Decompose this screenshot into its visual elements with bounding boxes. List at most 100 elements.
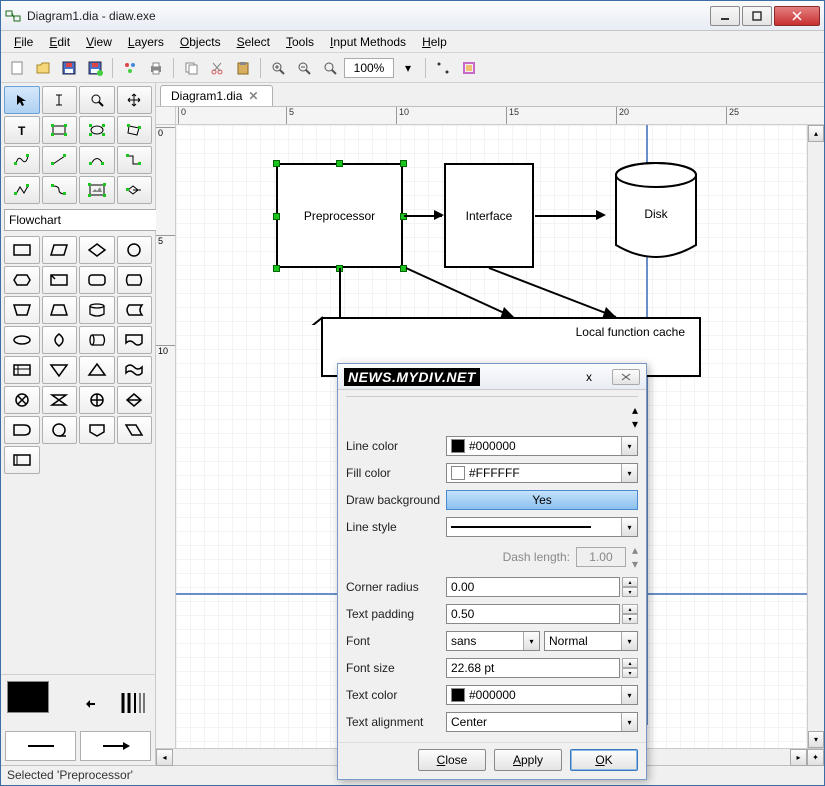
zoom-out-icon[interactable] <box>292 56 316 80</box>
shape-trapezoid[interactable] <box>42 296 78 324</box>
font-family-field[interactable]: sans▾ <box>446 631 540 651</box>
shape-or[interactable] <box>79 386 115 414</box>
swap-colors-icon[interactable] <box>84 696 98 710</box>
tool-zigzag[interactable] <box>117 146 153 174</box>
object-snap-icon[interactable] <box>457 56 481 80</box>
open-icon[interactable] <box>31 56 55 80</box>
node-interface[interactable]: Interface <box>444 163 534 268</box>
tool-ellipse[interactable] <box>79 116 115 144</box>
color-swatches[interactable] <box>5 679 151 727</box>
fill-color-field[interactable]: #FFFFFF▾ <box>446 463 638 483</box>
dialog-ok-button[interactable]: OK <box>570 749 638 771</box>
scroll-left-icon[interactable]: ◂ <box>156 749 173 766</box>
node-preprocessor[interactable]: Preprocessor <box>276 163 403 268</box>
paste-icon[interactable] <box>231 56 255 80</box>
tool-connector[interactable] <box>42 176 78 204</box>
menu-layers[interactable]: Layers <box>121 33 171 51</box>
shape-extract[interactable] <box>79 356 115 384</box>
tool-magnify[interactable] <box>79 86 115 114</box>
shape-manual-op[interactable] <box>4 296 40 324</box>
cut-icon[interactable] <box>205 56 229 80</box>
shape-seq-access[interactable] <box>42 416 78 444</box>
line-pattern[interactable] <box>119 688 149 718</box>
shape-sort[interactable] <box>117 386 153 414</box>
shape-terminator[interactable] <box>4 326 40 354</box>
text-color-field[interactable]: #000000▾ <box>446 685 638 705</box>
new-icon[interactable] <box>5 56 29 80</box>
shape-display[interactable] <box>117 266 153 294</box>
scroll-down-icon[interactable]: ▾ <box>808 731 824 748</box>
scroll-right-icon[interactable]: ▸ <box>790 749 807 766</box>
tool-arc[interactable] <box>79 146 115 174</box>
tool-bezier[interactable] <box>4 146 40 174</box>
shape-collate[interactable] <box>42 386 78 414</box>
line-style-field[interactable]: ▾ <box>446 517 638 537</box>
sheet-selector[interactable] <box>4 209 169 231</box>
dialog-close-icon[interactable] <box>612 369 640 385</box>
shape-merge[interactable] <box>42 356 78 384</box>
export-icon[interactable] <box>118 56 142 80</box>
tool-pointer[interactable] <box>4 86 40 114</box>
zoom-input[interactable] <box>344 58 394 78</box>
shape-document[interactable] <box>117 326 153 354</box>
dialog-close-button[interactable]: Close <box>418 749 486 771</box>
text-align-field[interactable]: Center▾ <box>446 712 638 732</box>
menu-select[interactable]: Select <box>230 33 277 51</box>
menu-help[interactable]: Help <box>415 33 454 51</box>
tool-image[interactable] <box>79 176 115 204</box>
line-color-field[interactable]: #000000▾ <box>446 436 638 456</box>
shape-lens[interactable] <box>42 326 78 354</box>
zoom-dropdown-icon[interactable]: ▾ <box>396 56 420 80</box>
zoom-in-icon[interactable] <box>266 56 290 80</box>
tool-polyline[interactable] <box>4 176 40 204</box>
shape-diamond[interactable] <box>79 236 115 264</box>
shape-sum[interactable] <box>4 386 40 414</box>
tool-text[interactable]: T <box>4 116 40 144</box>
tool-line[interactable] <box>42 146 78 174</box>
shape-stored-data[interactable] <box>117 296 153 324</box>
line-end-arrow[interactable] <box>80 731 151 761</box>
scroll-up-icon[interactable]: ▴ <box>808 125 824 142</box>
spinner-down-icon[interactable]: ▾ <box>632 417 638 431</box>
dialog-apply-button[interactable]: Apply <box>494 749 562 771</box>
tool-text-cursor[interactable] <box>42 86 78 114</box>
nav-corner-icon[interactable]: ✦ <box>807 749 824 766</box>
menu-input-methods[interactable]: Input Methods <box>323 33 413 51</box>
tool-move[interactable] <box>117 86 153 114</box>
line-start-none[interactable] <box>5 731 76 761</box>
shape-circle[interactable] <box>117 236 153 264</box>
tool-box[interactable] <box>42 116 78 144</box>
menu-view[interactable]: View <box>79 33 119 51</box>
shape-parallelogram[interactable] <box>42 236 78 264</box>
corner-radius-input[interactable] <box>446 577 620 597</box>
zoom-fit-icon[interactable] <box>318 56 342 80</box>
snap-grid-icon[interactable] <box>431 56 455 80</box>
shape-loop-limit[interactable] <box>117 416 153 444</box>
shape-card[interactable] <box>42 266 78 294</box>
shape-rect[interactable] <box>4 236 40 264</box>
font-style-field[interactable]: Normal▾ <box>544 631 638 651</box>
save-icon[interactable] <box>57 56 81 80</box>
draw-background-toggle[interactable]: Yes <box>446 490 638 510</box>
copy-icon[interactable] <box>179 56 203 80</box>
print-icon[interactable] <box>144 56 168 80</box>
minimize-button[interactable] <box>710 6 740 26</box>
tab-diagram1[interactable]: Diagram1.dia ✕ <box>160 85 273 106</box>
scrollbar-vertical[interactable]: ▴ ▾ <box>807 125 824 748</box>
spinner-up-icon[interactable]: ▴ <box>632 403 638 417</box>
shape-predefined[interactable] <box>4 446 40 474</box>
menu-edit[interactable]: Edit <box>42 33 77 51</box>
save-as-icon[interactable] <box>83 56 107 80</box>
tool-polygon[interactable] <box>117 116 153 144</box>
font-size-input[interactable] <box>446 658 620 678</box>
tool-outline[interactable] <box>117 176 153 204</box>
shape-offpage[interactable] <box>79 416 115 444</box>
close-button[interactable] <box>774 6 820 26</box>
text-padding-input[interactable] <box>446 604 620 624</box>
tab-close-icon[interactable]: ✕ <box>248 89 258 103</box>
shape-direct-data[interactable] <box>79 326 115 354</box>
menu-tools[interactable]: Tools <box>279 33 321 51</box>
shape-drum[interactable] <box>79 296 115 324</box>
shape-roundrect[interactable] <box>79 266 115 294</box>
menu-objects[interactable]: Objects <box>173 33 228 51</box>
